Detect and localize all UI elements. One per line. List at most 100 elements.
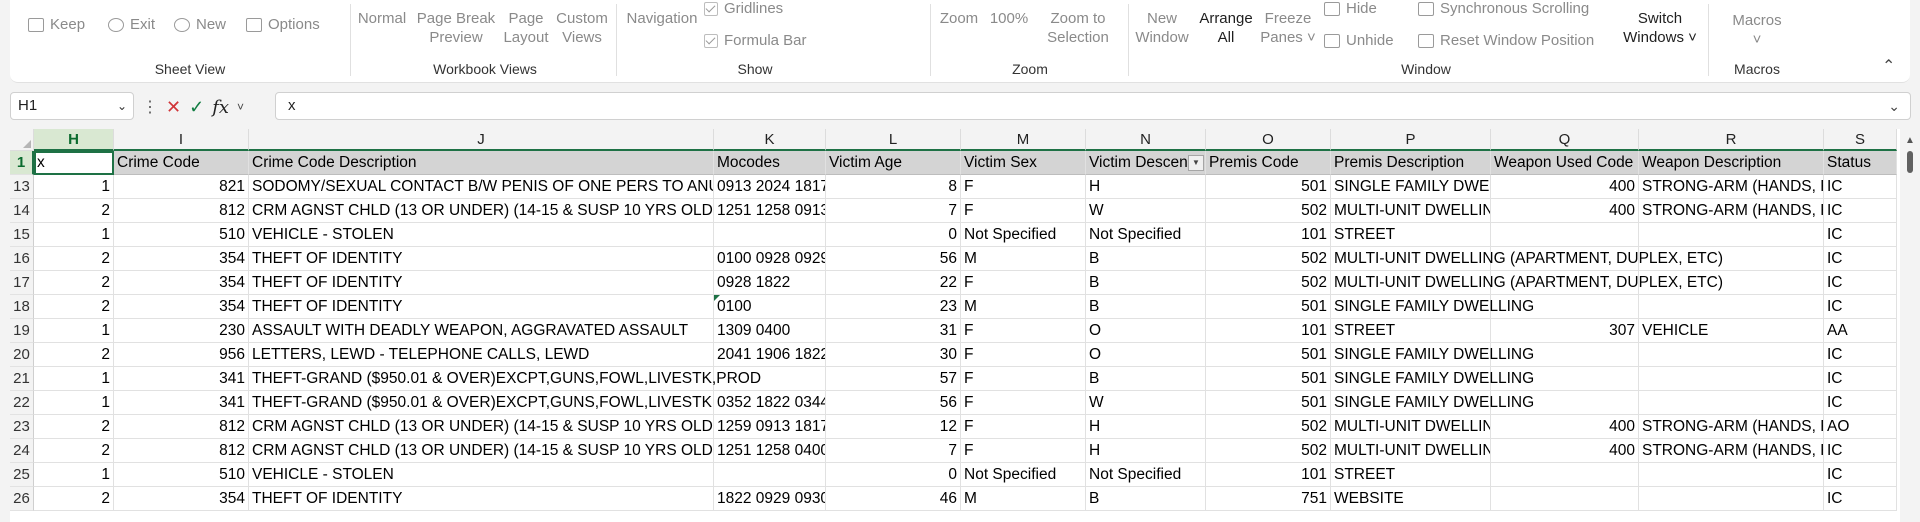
collapse-ribbon-icon[interactable]: ⌃ xyxy=(1882,56,1895,76)
cell[interactable]: STREET xyxy=(1331,463,1491,487)
cell[interactable]: 101 xyxy=(1206,463,1331,487)
cell[interactable]: 2 xyxy=(34,199,114,223)
header-cell[interactable]: Victim Sex xyxy=(961,151,1086,175)
cell[interactable]: 7 xyxy=(826,439,961,463)
row-header-25[interactable]: 25 xyxy=(10,463,34,487)
cell[interactable]: SINGLE FAMILY DWELLING xyxy=(1331,367,1534,391)
cell[interactable]: W xyxy=(1086,199,1206,223)
more-options-icon[interactable]: ⋮ xyxy=(142,97,158,117)
cell[interactable]: B xyxy=(1086,367,1206,391)
cell[interactable] xyxy=(1639,463,1824,487)
row-header-1[interactable]: 1 xyxy=(10,151,34,175)
formula-bar-checkbox[interactable]: Formula Bar xyxy=(704,32,807,49)
cell[interactable]: THEFT OF IDENTITY xyxy=(249,295,714,319)
column-header-k[interactable]: K xyxy=(714,129,826,151)
scroll-thumb[interactable] xyxy=(1907,151,1913,173)
cell[interactable]: 400 xyxy=(1491,439,1639,463)
new-sheet-view-button[interactable]: New xyxy=(174,16,226,33)
cell[interactable]: STRONG-ARM (HANDS, FIST, FEET) xyxy=(1639,199,1824,223)
cell[interactable]: F xyxy=(961,271,1086,295)
cell[interactable]: 502 xyxy=(1206,439,1331,463)
cell[interactable]: 12 xyxy=(826,415,961,439)
cell[interactable]: STRONG-ARM (HANDS, FIST, FEET) xyxy=(1639,175,1824,199)
cell[interactable]: MULTI-UNIT DWELLING (APARTMENT, DUPLEX, … xyxy=(1331,247,1723,271)
cell[interactable]: 341 xyxy=(114,391,249,415)
cell[interactable]: STRONG-ARM (HANDS, FIST, FEET) xyxy=(1639,415,1824,439)
cell[interactable]: H xyxy=(1086,175,1206,199)
cell[interactable]: SINGLE FAMILY DWELLING xyxy=(1331,391,1534,415)
synchronous-scrolling-button[interactable]: Synchronous Scrolling xyxy=(1418,0,1589,17)
vertical-scrollbar[interactable]: ▲ xyxy=(1900,129,1920,522)
cell[interactable]: 400 xyxy=(1491,199,1639,223)
cell[interactable]: CRM AGNST CHLD (13 OR UNDER) (14-15 & SU… xyxy=(249,199,714,223)
active-cell[interactable]: x xyxy=(34,151,114,175)
name-box-dropdown-icon[interactable]: ⌄ xyxy=(117,93,127,119)
freeze-panes-button[interactable]: Freeze Panes ˅ xyxy=(1260,9,1316,47)
navigation-button[interactable]: Navigation xyxy=(622,9,702,28)
cell[interactable]: 1 xyxy=(34,391,114,415)
switch-windows-button[interactable]: Switch Windows ˅ xyxy=(1618,9,1702,47)
cell[interactable]: O xyxy=(1086,319,1206,343)
cell[interactable]: 0928 1822 xyxy=(714,271,826,295)
cell[interactable]: SINGLE FAMILY DWELLING xyxy=(1331,175,1491,199)
cell[interactable]: IC xyxy=(1824,391,1897,415)
cell[interactable]: 510 xyxy=(114,463,249,487)
cell[interactable]: 56 xyxy=(826,391,961,415)
cell[interactable]: F xyxy=(961,439,1086,463)
select-all-button[interactable] xyxy=(10,129,34,151)
cancel-icon[interactable]: ✕ xyxy=(166,97,181,118)
cell[interactable]: 1259 0913 1817 xyxy=(714,415,826,439)
row-header-14[interactable]: 14 xyxy=(10,199,34,223)
cell[interactable]: 956 xyxy=(114,343,249,367)
cell[interactable]: AA xyxy=(1824,319,1897,343)
cell[interactable]: VEHICLE - STOLEN xyxy=(249,223,714,247)
cell[interactable]: THEFT OF IDENTITY xyxy=(249,247,714,271)
row-header-15[interactable]: 15 xyxy=(10,223,34,247)
cell[interactable]: WEBSITE xyxy=(1331,487,1491,511)
cell[interactable]: 101 xyxy=(1206,319,1331,343)
cell[interactable]: 501 xyxy=(1206,391,1331,415)
cell[interactable]: CRM AGNST CHLD (13 OR UNDER) (14-15 & SU… xyxy=(249,439,714,463)
cell[interactable]: 821 xyxy=(114,175,249,199)
cell[interactable]: 2 xyxy=(34,271,114,295)
name-box[interactable]: H1 ⌄ xyxy=(10,92,134,120)
column-header-m[interactable]: M xyxy=(961,129,1086,151)
cell[interactable] xyxy=(1491,487,1639,511)
unhide-button[interactable]: Unhide xyxy=(1324,32,1394,49)
cell[interactable]: 400 xyxy=(1491,415,1639,439)
column-header-o[interactable]: O xyxy=(1206,129,1331,151)
cell[interactable]: AO xyxy=(1824,415,1897,439)
cell[interactable]: VEHICLE - STOLEN xyxy=(249,463,714,487)
cell[interactable]: 501 xyxy=(1206,343,1331,367)
cell[interactable]: H xyxy=(1086,415,1206,439)
cell[interactable]: M xyxy=(961,247,1086,271)
cell[interactable]: IC xyxy=(1824,223,1897,247)
cell[interactable]: 1251 1258 0913 xyxy=(714,199,826,223)
cell[interactable] xyxy=(1639,367,1824,391)
column-header-r[interactable]: R xyxy=(1639,129,1824,151)
cell[interactable]: 812 xyxy=(114,415,249,439)
cell[interactable]: 2 xyxy=(34,415,114,439)
cell[interactable]: 812 xyxy=(114,439,249,463)
column-header-s[interactable]: S xyxy=(1824,129,1897,151)
header-cell[interactable]: Mocodes xyxy=(714,151,826,175)
cell[interactable] xyxy=(1639,295,1824,319)
insert-function-icon[interactable]: fx xyxy=(212,97,229,118)
page-layout-button[interactable]: Page Layout xyxy=(502,9,550,47)
cell[interactable]: F xyxy=(961,319,1086,343)
cell[interactable]: 0100 xyxy=(714,295,826,319)
column-header-p[interactable]: P xyxy=(1331,129,1491,151)
cell[interactable]: 57 xyxy=(826,367,961,391)
column-header-q[interactable]: Q xyxy=(1491,129,1639,151)
cell[interactable]: LETTERS, LEWD - TELEPHONE CALLS, LEWD xyxy=(249,343,714,367)
cell[interactable]: B xyxy=(1086,295,1206,319)
custom-views-button[interactable]: Custom Views xyxy=(554,9,610,47)
cell[interactable] xyxy=(714,463,826,487)
cell[interactable]: F xyxy=(961,175,1086,199)
arrange-all-button[interactable]: Arrange All xyxy=(1196,9,1256,47)
cell[interactable]: 0100 0928 0929 xyxy=(714,247,826,271)
cell[interactable]: Not Specified xyxy=(961,223,1086,247)
row-header-19[interactable]: 19 xyxy=(10,319,34,343)
cell[interactable]: 307 xyxy=(1491,319,1639,343)
cell[interactable]: 501 xyxy=(1206,175,1331,199)
